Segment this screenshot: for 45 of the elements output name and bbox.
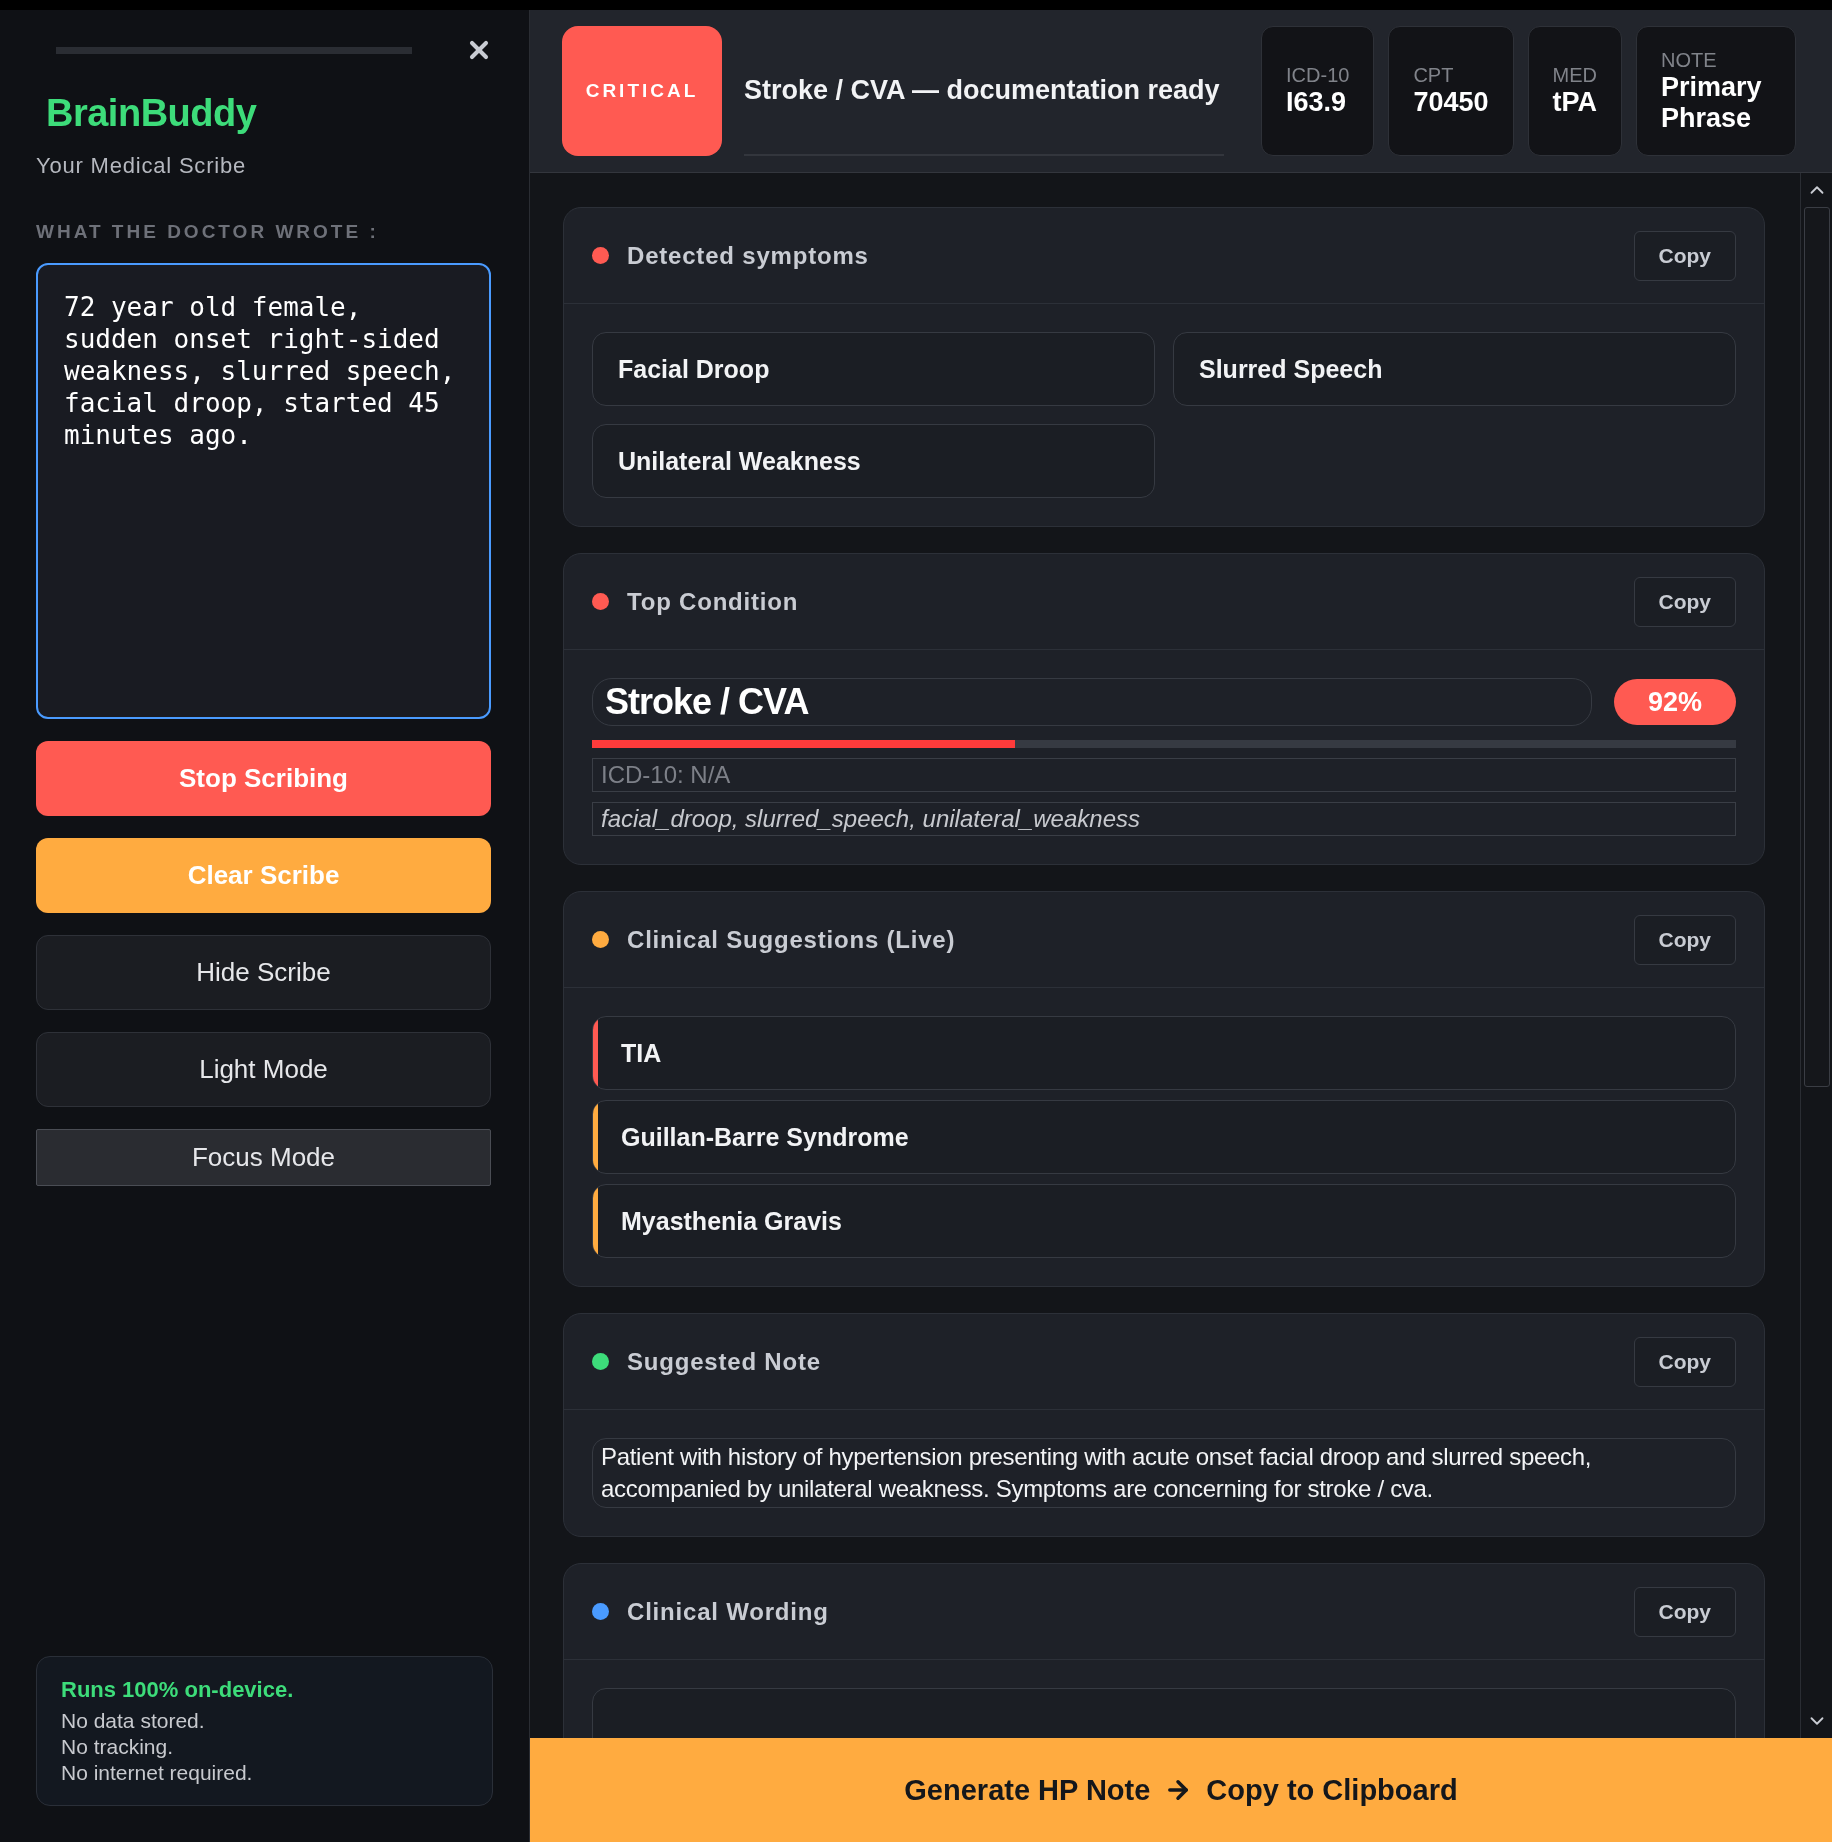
scrollbar-thumb[interactable] xyxy=(1803,207,1830,1087)
symptom-chip: Slurred Speech xyxy=(1173,332,1736,406)
brand-subtitle: Your Medical Scribe xyxy=(36,153,248,179)
code-value: Primary Phrase xyxy=(1661,71,1763,134)
section-title: Suggested Note xyxy=(627,1347,821,1376)
brand-title: BrainBuddy xyxy=(45,92,258,135)
code-value: tPA xyxy=(1552,87,1597,118)
code-label: CPT xyxy=(1413,64,1455,87)
section-title: Clinical Suggestions (Live) xyxy=(627,925,956,954)
sidebar-button[interactable]: Light Mode xyxy=(36,1032,491,1107)
suggestion-item[interactable]: Myasthenia Gravis xyxy=(592,1184,1736,1258)
sidebar-button[interactable]: Focus Mode xyxy=(36,1129,491,1186)
privacy-line: No data stored. xyxy=(61,1709,206,1733)
copy-button[interactable]: Copy xyxy=(1633,1336,1736,1387)
privacy-line: No internet required. xyxy=(61,1761,254,1785)
code-value: I63.9 xyxy=(1286,87,1348,118)
section-title: Detected symptoms xyxy=(627,241,869,270)
copy-button[interactable]: Copy xyxy=(1633,576,1736,627)
symptom-chip: Facial Droop xyxy=(592,332,1155,406)
note-text: Patient with history of hypertension presenting with acute onset facial droop and slurred speech, accompanied by unilateral weakness. Symptoms are concerning for stroke / cva. xyxy=(592,1438,1736,1508)
copy-button[interactable]: Copy xyxy=(1633,230,1736,281)
symptom-chip: Unilateral Weakness xyxy=(592,424,1155,498)
section-title: Top Condition xyxy=(627,587,799,616)
confidence-badge: 92% xyxy=(1614,679,1736,725)
suggestion-item[interactable]: TIA xyxy=(592,1016,1736,1090)
copy-button[interactable]: Copy xyxy=(1633,914,1736,965)
privacy-line: No tracking. xyxy=(61,1735,175,1759)
input-label: WHAT THE DOCTOR WROTE : xyxy=(36,221,380,243)
section-title: Clinical Wording xyxy=(627,1597,829,1626)
generate-note-button[interactable]: Generate HP Note Copy to Clipboard xyxy=(530,1738,1832,1842)
code-label: NOTE xyxy=(1661,48,1718,72)
drag-handle[interactable] xyxy=(56,46,412,54)
copy-button[interactable]: Copy xyxy=(1633,1586,1736,1637)
notes-input[interactable]: 72 year old female, sudden onset right-sided weakness, slurred speech, facial droop, started 45 minutes ago. xyxy=(36,263,491,719)
code-label: ICD-10 xyxy=(1286,64,1350,87)
suggestion-item[interactable]: Guillan-Barre Syndrome xyxy=(592,1100,1736,1174)
sidebar-button[interactable]: Hide Scribe xyxy=(36,935,491,1010)
severity-badge: CRITICAL xyxy=(562,26,722,156)
condition-name: Stroke / CVA xyxy=(592,678,1592,726)
privacy-headline: Runs 100% on-device. xyxy=(61,1677,295,1703)
keyword-text: facial_droop, slurred_speech, unilateral_weakness xyxy=(592,802,1736,836)
icd-code-text: ICD-10: N/A xyxy=(592,758,1736,792)
status-title: Stroke / CVA — documentation ready xyxy=(744,26,1224,156)
code-value: 70450 xyxy=(1413,87,1489,118)
code-label: MED xyxy=(1552,64,1597,87)
